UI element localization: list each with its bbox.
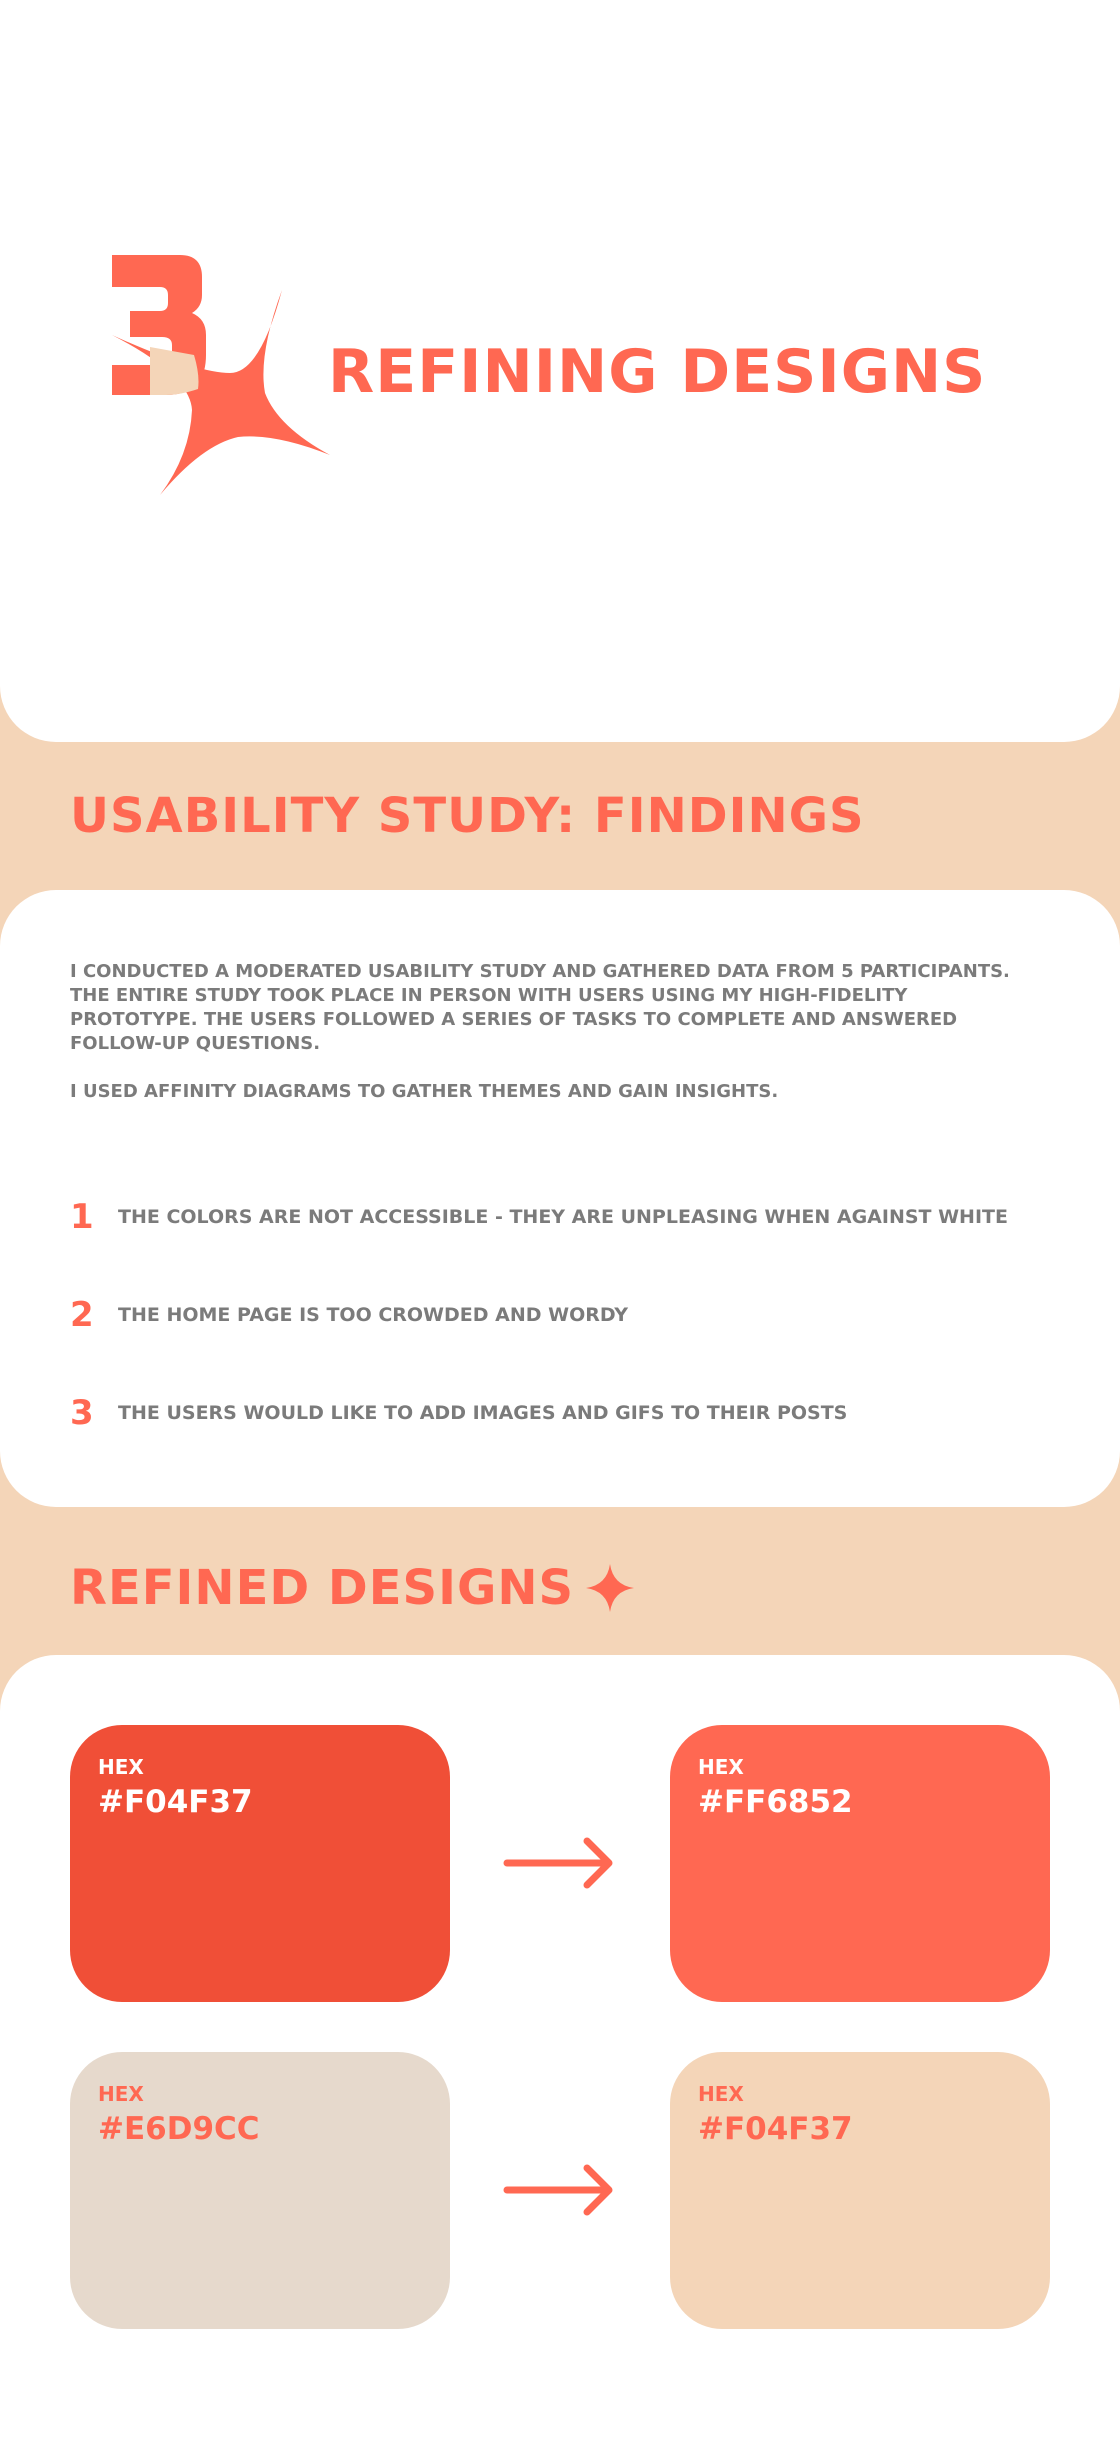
swatch-hex-value: #F04F37 [698,2111,853,2147]
intro-paragraph: I USED AFFINITY DIAGRAMS TO GATHER THEME… [70,1081,779,1102]
arrow-right-icon [503,1837,613,1889]
hero-title: REFINING DESIGNS [328,337,987,407]
color-swatches-card: HEX #F04F37 HEX #FF6852 HEX #E6D9CC HEX … [0,1655,1120,2455]
color-swatch-after: HEX #FF6852 [670,1725,1050,2002]
swatch-hex-value: #F04F37 [98,1784,253,1820]
finding-text: THE COLORS ARE NOT ACCESSIBLE - THEY ARE… [118,1206,1008,1228]
finding-text: THE USERS WOULD LIKE TO ADD IMAGES AND G… [118,1402,848,1424]
refined-section-title: REFINED DESIGNS [70,1560,575,1616]
findings-card: I CONDUCTED A MODERATED USABILITY STUDY … [0,890,1120,1507]
color-swatch-before: HEX #E6D9CC [70,2052,450,2329]
color-swatch-before: HEX #F04F37 [70,1725,450,2002]
arrow-right-icon [503,2164,613,2216]
step-three-logo-icon [112,255,330,495]
study-intro: I CONDUCTED A MODERATED USABILITY STUDY … [70,960,1030,1128]
finding-number: 2 [70,1295,94,1335]
swatch-hex-value: #FF6852 [698,1784,853,1820]
swatch-label: HEX [698,1755,744,1779]
sparkle-icon [586,1564,635,1612]
color-swatch-after: HEX #F04F37 [670,2052,1050,2329]
swatch-hex-value: #E6D9CC [98,2111,260,2147]
finding-number: 3 [70,1393,94,1433]
findings-section-title: USABILITY STUDY: FINDINGS [70,788,865,844]
refined-section-header: REFINED DESIGNS [70,1562,636,1614]
finding-text: THE HOME PAGE IS TOO CROWDED AND WORDY [118,1304,629,1326]
swatch-label: HEX [98,1755,144,1779]
intro-paragraph: I CONDUCTED A MODERATED USABILITY STUDY … [70,961,1010,1054]
swatch-label: HEX [698,2082,744,2106]
swatch-label: HEX [98,2082,144,2106]
hero-section: REFINING DESIGNS [0,0,1120,742]
finding-number: 1 [70,1197,94,1237]
